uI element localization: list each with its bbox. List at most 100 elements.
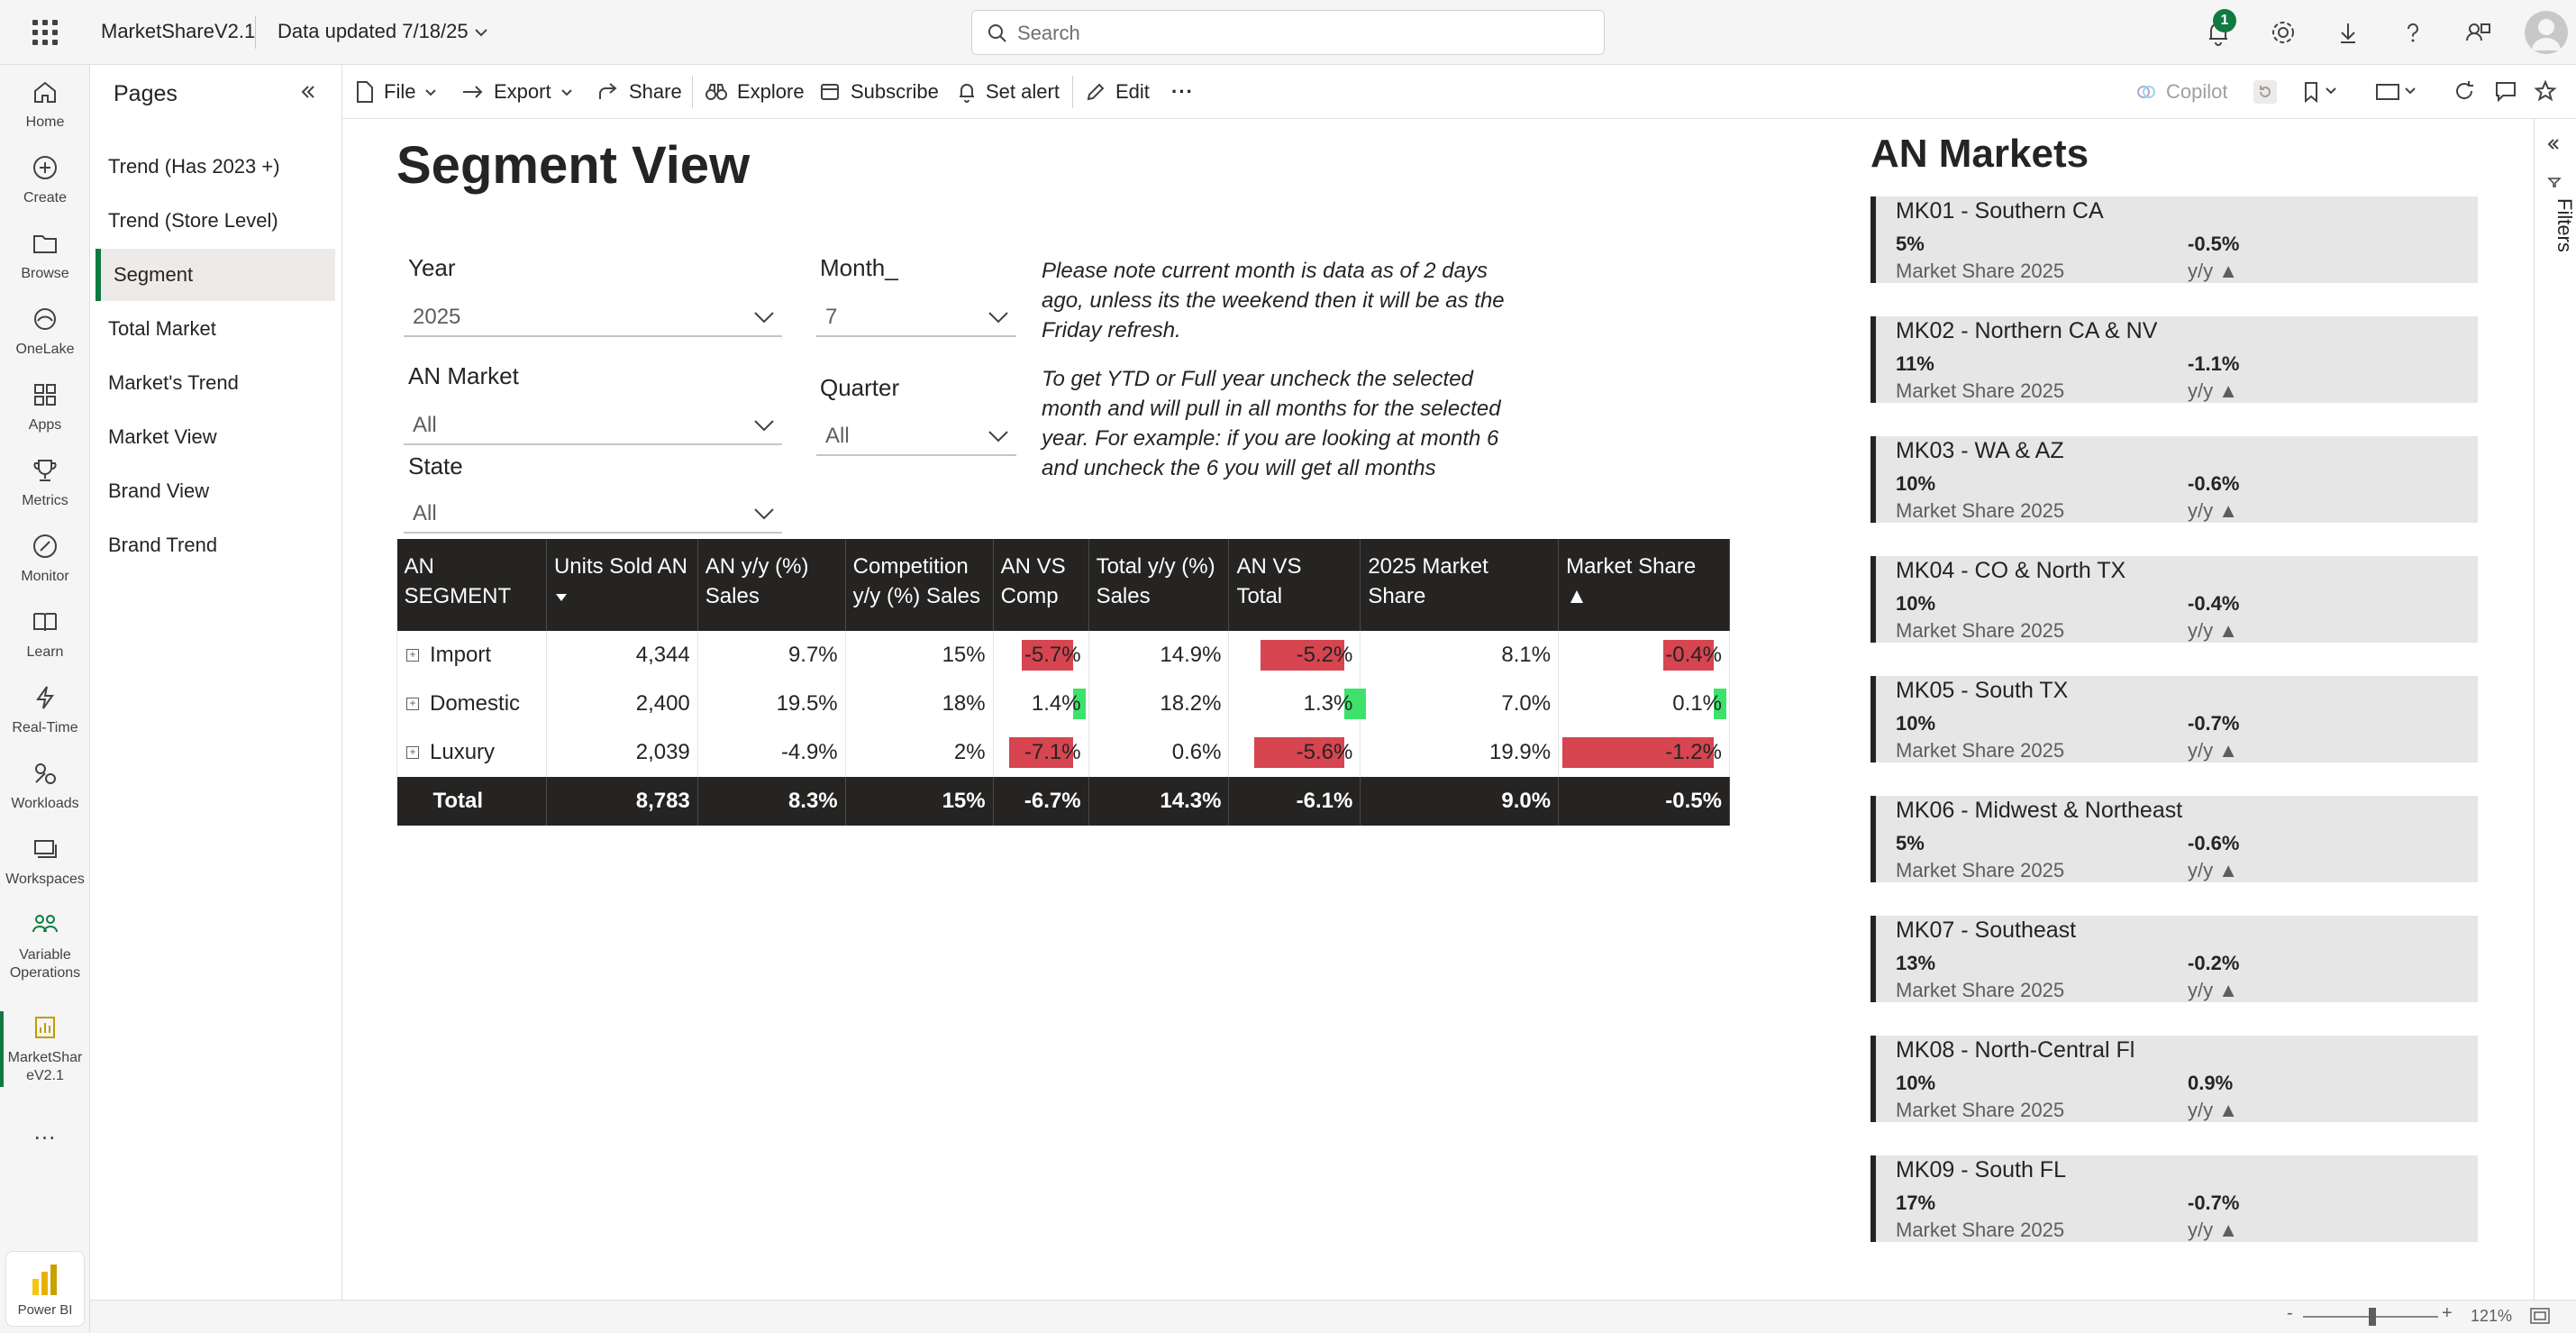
reset-icon[interactable] bbox=[2253, 79, 2278, 105]
subscribe-button[interactable]: Subscribe bbox=[820, 78, 939, 106]
market-card[interactable]: MK05 - South TX 10% Market Share 2025 -0.7%… bbox=[1871, 676, 2478, 762]
segment-cell[interactable]: + Luxury bbox=[396, 728, 547, 777]
more-icon[interactable]: ... bbox=[0, 1118, 90, 1146]
total-an-yy-cell: 8.3% bbox=[697, 777, 846, 826]
an-market-dropdown[interactable]: All bbox=[404, 406, 782, 445]
expand-row-icon[interactable]: + bbox=[406, 649, 419, 662]
nav-learn[interactable]: Learn bbox=[0, 606, 90, 662]
filters-label[interactable]: Filters bbox=[2534, 198, 2576, 252]
nav-label: Monitor bbox=[21, 569, 69, 584]
market-card[interactable]: MK07 - Southeast 13% Market Share 2025 -0.2… bbox=[1871, 916, 2478, 1002]
an-vs-total-cell: -5.2% bbox=[1228, 631, 1361, 680]
download-icon[interactable] bbox=[2332, 16, 2364, 49]
page-item-brand-trend[interactable]: Brand Trend bbox=[96, 519, 335, 571]
market-card[interactable]: MK08 - North-Central Fl 10% Market Share 2… bbox=[1871, 1036, 2478, 1122]
app-name[interactable]: MarketShareV2.1 bbox=[101, 20, 255, 43]
nav-workspaces[interactable]: Workspaces bbox=[0, 833, 90, 889]
col-header-an-vs-comp[interactable]: AN VS Comp bbox=[993, 539, 1089, 631]
total-units-cell: 8,783 bbox=[546, 777, 698, 826]
subscribe-label: Subscribe bbox=[851, 80, 939, 103]
col-header-comp-yy[interactable]: Competition y/y (%) Sales bbox=[845, 539, 994, 631]
fit-to-page-icon[interactable] bbox=[2530, 1308, 2550, 1324]
segment-cell[interactable]: + Domestic bbox=[396, 680, 547, 728]
bookmark-icon[interactable] bbox=[2303, 81, 2339, 103]
plus-circle-icon bbox=[29, 151, 61, 184]
help-icon[interactable] bbox=[2397, 16, 2429, 49]
nav-workloads[interactable]: Workloads bbox=[0, 757, 90, 813]
market-card[interactable]: MK04 - CO & North TX 10% Market Share 2025… bbox=[1871, 556, 2478, 643]
chevron-down-icon[interactable] bbox=[473, 24, 489, 41]
gear-icon[interactable] bbox=[2267, 16, 2299, 49]
market-card-share: 10% bbox=[1896, 1072, 1936, 1094]
segment-matrix[interactable]: AN SEGMENT Units Sold AN AN y/y (%) Sale… bbox=[396, 539, 1730, 826]
quarter-dropdown[interactable]: All bbox=[816, 416, 1016, 456]
col-header-an-vs-total[interactable]: AN VS Total bbox=[1228, 539, 1361, 631]
set-alert-button[interactable]: Set alert bbox=[957, 78, 1060, 106]
filters-pane-collapsed[interactable] bbox=[2534, 119, 2576, 1300]
expand-filters-icon[interactable] bbox=[2546, 137, 2561, 151]
nav-variable-operations[interactable]: Variable Operations bbox=[0, 908, 90, 982]
more-options-button[interactable]: ··· bbox=[1171, 78, 1194, 106]
nav-onelake[interactable]: OneLake bbox=[0, 303, 90, 359]
nav-real-time[interactable]: Real-Time bbox=[0, 681, 90, 737]
nav-create[interactable]: Create bbox=[0, 151, 90, 207]
expand-row-icon[interactable]: + bbox=[406, 698, 419, 710]
edit-button[interactable]: Edit bbox=[1085, 78, 1150, 106]
state-dropdown[interactable]: All bbox=[404, 494, 782, 534]
nav-monitor[interactable]: Monitor bbox=[0, 530, 90, 586]
market-card[interactable]: MK09 - South FL 17% Market Share 2025 -0.7%… bbox=[1871, 1155, 2478, 1242]
page-item-total-market[interactable]: Total Market bbox=[96, 303, 335, 355]
col-header-units-sold[interactable]: Units Sold AN bbox=[546, 539, 698, 631]
market-card[interactable]: MK02 - Northern CA & NV 11% Market Share 2… bbox=[1871, 316, 2478, 403]
nav-marketshare-report[interactable]: MarketShareV2.1 bbox=[0, 1011, 90, 1085]
share-button[interactable]: Share bbox=[596, 78, 682, 106]
app-launcher-icon[interactable] bbox=[27, 16, 63, 49]
page-item-trend-2023[interactable]: Trend (Has 2023 +) bbox=[96, 141, 335, 193]
table-row[interactable]: + Luxury 2,039 -4.9% 2% -7.1% 0.6% -5.6% 19.9% -1… bbox=[396, 728, 1730, 777]
nav-metrics[interactable]: Metrics bbox=[0, 454, 90, 510]
market-card[interactable]: MK06 - Midwest & Northeast 5% Market Share… bbox=[1871, 796, 2478, 882]
view-icon[interactable] bbox=[2375, 81, 2420, 103]
refresh-icon[interactable] bbox=[2453, 79, 2476, 103]
comment-icon[interactable] bbox=[2494, 79, 2517, 103]
avatar[interactable] bbox=[2525, 11, 2568, 54]
data-updated-label[interactable]: Data updated 7/18/25 bbox=[278, 20, 469, 43]
zoom-slider-thumb[interactable] bbox=[2369, 1308, 2376, 1326]
explore-button[interactable]: Explore bbox=[705, 78, 805, 106]
col-header-segment[interactable]: AN SEGMENT bbox=[396, 539, 547, 631]
market-card[interactable]: MK01 - Southern CA 5% Market Share 2025 -0.… bbox=[1871, 196, 2478, 283]
col-header-total-yy[interactable]: Total y/y (%) Sales bbox=[1088, 539, 1230, 631]
nav-browse[interactable]: Browse bbox=[0, 227, 90, 283]
page-item-segment[interactable]: Segment bbox=[96, 249, 335, 301]
refresh-note: Please note current month is data as of … bbox=[1042, 259, 1505, 342]
powerbi-switcher[interactable]: Power BI bbox=[5, 1251, 85, 1327]
year-dropdown[interactable]: 2025 bbox=[404, 297, 782, 337]
col-header-market-share-2025[interactable]: 2025 Market Share bbox=[1360, 539, 1560, 631]
market-card-yy-label: y/y ▲ bbox=[2188, 260, 2238, 282]
month-dropdown[interactable]: 7 bbox=[816, 297, 1016, 337]
page-item-markets-trend[interactable]: Market's Trend bbox=[96, 357, 335, 409]
zoom-in-button[interactable]: + bbox=[2442, 1303, 2453, 1324]
search-input[interactable]: Search bbox=[971, 10, 1605, 55]
page-item-market-view[interactable]: Market View bbox=[96, 411, 335, 463]
favorite-star-icon[interactable] bbox=[2534, 79, 2557, 103]
table-row[interactable]: + Domestic 2,400 19.5% 18% 1.4% 18.2% 1.3% 7.0% 0… bbox=[396, 680, 1730, 728]
market-card[interactable]: MK03 - WA & AZ 10% Market Share 2025 -0.6% y… bbox=[1871, 436, 2478, 523]
nav-apps[interactable]: Apps bbox=[0, 379, 90, 434]
expand-row-icon[interactable]: + bbox=[406, 746, 419, 759]
zoom-out-button[interactable]: - bbox=[2287, 1303, 2293, 1324]
cell-value: 0.1% bbox=[1672, 691, 1722, 716]
table-row[interactable]: + Import 4,344 9.7% 15% -5.7% 14.9% -5.2% 8.1% -0… bbox=[396, 631, 1730, 680]
collapse-pane-icon[interactable] bbox=[299, 83, 317, 101]
copilot-label: Copilot bbox=[2166, 80, 2228, 103]
col-header-market-share-change[interactable]: Market Share ▲ bbox=[1558, 539, 1730, 631]
nav-home[interactable]: Home bbox=[0, 76, 90, 132]
share-people-icon[interactable] bbox=[2462, 16, 2494, 49]
page-item-brand-view[interactable]: Brand View bbox=[96, 465, 335, 517]
page-item-trend-store[interactable]: Trend (Store Level) bbox=[96, 195, 335, 247]
copilot-button[interactable]: Copilot bbox=[2135, 78, 2227, 106]
segment-cell[interactable]: + Import bbox=[396, 631, 547, 680]
col-header-an-yy[interactable]: AN y/y (%) Sales bbox=[697, 539, 846, 631]
file-button[interactable]: File bbox=[355, 78, 437, 106]
export-button[interactable]: Export bbox=[461, 78, 573, 106]
